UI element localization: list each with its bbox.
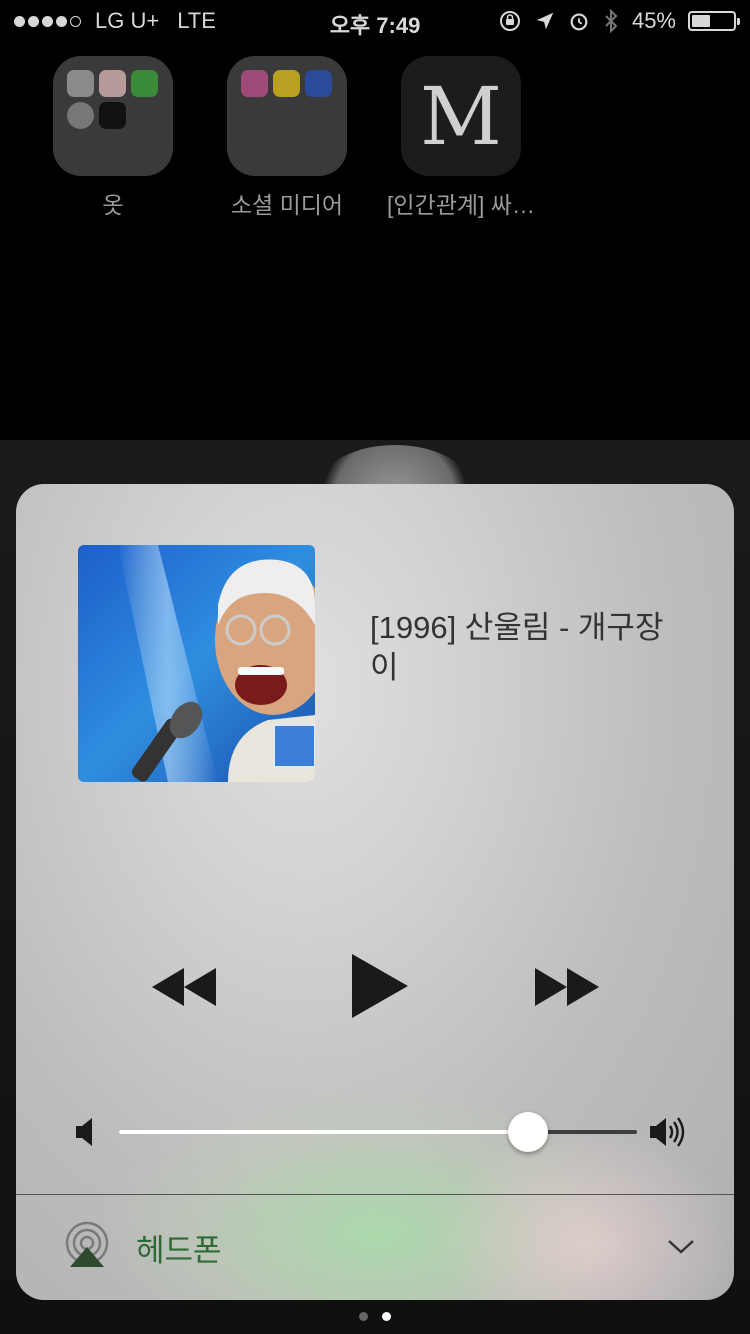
folder-icon <box>227 56 347 176</box>
location-icon <box>536 12 554 30</box>
fast-forward-icon <box>535 968 599 1006</box>
now-playing-card: [1996] 산울림 - 개구장이 헤드폰 <box>16 484 734 1300</box>
page-dot-1[interactable] <box>359 1312 368 1321</box>
folder-label: 옷 <box>102 192 124 218</box>
page-indicator <box>0 1312 750 1321</box>
volume-slider[interactable] <box>119 1112 637 1152</box>
status-bar: LG U+ LTE 오후 7:49 45% <box>0 0 750 40</box>
folder-social-media[interactable]: 소셜 미디어 <box>227 56 347 220</box>
page-dot-2[interactable] <box>382 1312 391 1321</box>
battery-percent: 45% <box>631 8 676 33</box>
status-right: 45% <box>498 8 740 34</box>
volume-control <box>74 1112 694 1152</box>
airplay-icon <box>65 1221 109 1267</box>
app-relationship[interactable]: M [인간관계] 싸… <box>387 56 535 220</box>
folder-label: 소셜 미디어 <box>230 192 344 218</box>
rotation-lock-icon <box>499 11 520 31</box>
track-title: [1996] 산울림 - 개구장이 <box>370 610 664 685</box>
app-label: [인간관계] 싸… <box>387 192 535 218</box>
rewind-icon <box>152 968 216 1006</box>
audio-route-selector[interactable]: 헤드폰 <box>16 1195 734 1300</box>
audio-route-label: 헤드폰 <box>136 1233 222 1268</box>
fast-forward-button[interactable] <box>533 952 601 1027</box>
folder-clothes[interactable]: 옷 <box>53 56 173 220</box>
chevron-down-icon[interactable] <box>666 1237 696 1257</box>
volume-slider-knob[interactable] <box>508 1112 549 1152</box>
app-m-icon: M <box>401 56 521 176</box>
album-art-image <box>78 545 315 782</box>
folder-icon <box>53 56 173 176</box>
volume-max-icon <box>650 1117 685 1147</box>
alarm-icon <box>570 13 588 31</box>
album-artwork[interactable] <box>78 545 315 782</box>
play-button[interactable] <box>350 952 410 1027</box>
battery-icon <box>688 11 740 31</box>
volume-slider-fill <box>119 1130 529 1134</box>
bluetooth-icon <box>605 9 618 33</box>
transport-controls <box>16 952 734 1022</box>
volume-min-icon <box>76 1118 92 1146</box>
rewind-button[interactable] <box>150 952 218 1027</box>
play-icon <box>352 954 408 1018</box>
